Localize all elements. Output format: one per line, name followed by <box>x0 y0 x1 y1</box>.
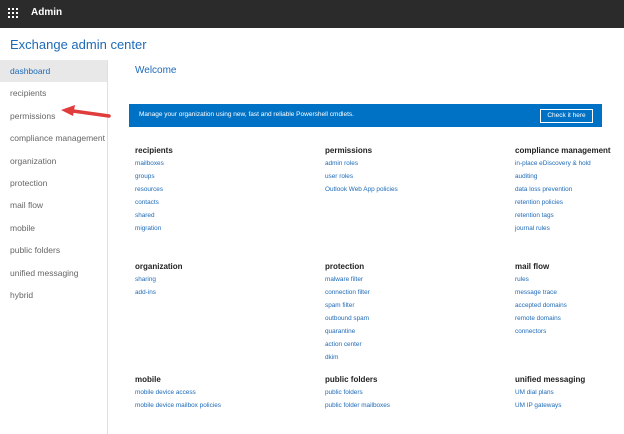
link-public-folders[interactable]: public folders <box>325 386 475 399</box>
section-title: protection <box>325 262 365 271</box>
link-remote-domains[interactable]: remote domains <box>515 312 620 325</box>
link-accepted-domains[interactable]: accepted domains <box>515 299 620 312</box>
section-compliance-management: compliance management in-place eDiscover… <box>515 146 620 235</box>
sidebar-item-mobile[interactable]: mobile <box>0 217 107 239</box>
link-shared[interactable]: shared <box>135 209 285 222</box>
link-message-trace[interactable]: message trace <box>515 286 620 299</box>
link-dkim[interactable]: dkim <box>325 351 475 364</box>
section-mobile: mobile mobile device access mobile devic… <box>135 375 285 412</box>
section-title: unified messaging <box>515 375 586 384</box>
link-quarantine[interactable]: quarantine <box>325 325 475 338</box>
link-mobile-device-mailbox-policies[interactable]: mobile device mailbox policies <box>135 399 285 412</box>
section-title: organization <box>135 262 183 271</box>
sidebar-item-dashboard[interactable]: dashboard <box>0 60 107 83</box>
link-journal-rules[interactable]: journal rules <box>515 222 620 235</box>
link-auditing[interactable]: auditing <box>515 170 620 183</box>
link-connection-filter[interactable]: connection filter <box>325 286 475 299</box>
link-retention-tags[interactable]: retention tags <box>515 209 620 222</box>
link-mailboxes[interactable]: mailboxes <box>135 157 285 170</box>
link-ediscovery-hold[interactable]: in-place eDiscovery & hold <box>515 157 620 170</box>
link-user-roles[interactable]: user roles <box>325 170 475 183</box>
sidebar-item-unified-messaging[interactable]: unified messaging <box>0 262 107 284</box>
waffle-icon[interactable] <box>8 8 20 20</box>
section-protection: protection malware filter connection fil… <box>325 262 475 364</box>
link-spam-filter[interactable]: spam filter <box>325 299 475 312</box>
sidebar-item-protection[interactable]: protection <box>0 172 107 194</box>
section-mail-flow: mail flow rules message trace accepted d… <box>515 262 620 338</box>
welcome-heading: Welcome <box>135 65 177 76</box>
section-title: compliance management <box>515 146 611 155</box>
sidebar-item-hybrid[interactable]: hybrid <box>0 284 107 306</box>
link-connectors[interactable]: connectors <box>515 325 620 338</box>
link-action-center[interactable]: action center <box>325 338 475 351</box>
check-it-here-button[interactable]: Check it here <box>540 109 593 123</box>
banner-text: Manage your organization using new, fast… <box>139 111 354 118</box>
link-data-loss-prevention[interactable]: data loss prevention <box>515 183 620 196</box>
section-unified-messaging: unified messaging UM dial plans UM IP ga… <box>515 375 620 412</box>
sidebar-item-organization[interactable]: organization <box>0 150 107 172</box>
section-title: public folders <box>325 375 378 384</box>
section-title: mobile <box>135 375 161 384</box>
link-groups[interactable]: groups <box>135 170 285 183</box>
link-migration[interactable]: migration <box>135 222 285 235</box>
red-arrow-icon <box>61 105 111 118</box>
sidebar-item-compliance-management[interactable]: compliance management <box>0 127 107 149</box>
link-public-folder-mailboxes[interactable]: public folder mailboxes <box>325 399 475 412</box>
link-retention-policies[interactable]: retention policies <box>515 196 620 209</box>
app-title: Admin <box>31 7 63 18</box>
link-outbound-spam[interactable]: outbound spam <box>325 312 475 325</box>
section-title: recipients <box>135 146 173 155</box>
link-mobile-device-access[interactable]: mobile device access <box>135 386 285 399</box>
link-um-ip-gateways[interactable]: UM IP gateways <box>515 399 620 412</box>
sidebar-item-mail-flow[interactable]: mail flow <box>0 194 107 216</box>
sidebar-item-recipients[interactable]: recipients <box>0 82 107 104</box>
link-contacts[interactable]: contacts <box>135 196 285 209</box>
link-rules[interactable]: rules <box>515 273 620 286</box>
link-owa-policies[interactable]: Outlook Web App policies <box>325 183 475 196</box>
link-admin-roles[interactable]: admin roles <box>325 157 475 170</box>
top-bar: Admin <box>0 0 624 28</box>
link-malware-filter[interactable]: malware filter <box>325 273 475 286</box>
section-title: permissions <box>325 146 373 155</box>
link-resources[interactable]: resources <box>135 183 285 196</box>
sidebar-item-public-folders[interactable]: public folders <box>0 239 107 261</box>
link-sharing[interactable]: sharing <box>135 273 285 286</box>
section-title: mail flow <box>515 262 550 271</box>
link-um-dial-plans[interactable]: UM dial plans <box>515 386 620 399</box>
section-organization: organization sharing add-ins <box>135 262 285 299</box>
section-permissions: permissions admin roles user roles Outlo… <box>325 146 475 196</box>
section-public-folders: public folders public folders public fol… <box>325 375 475 412</box>
link-add-ins[interactable]: add-ins <box>135 286 285 299</box>
page-title: Exchange admin center <box>10 37 147 52</box>
section-recipients: recipients mailboxes groups resources co… <box>135 146 285 235</box>
powershell-banner: Manage your organization using new, fast… <box>129 104 602 127</box>
